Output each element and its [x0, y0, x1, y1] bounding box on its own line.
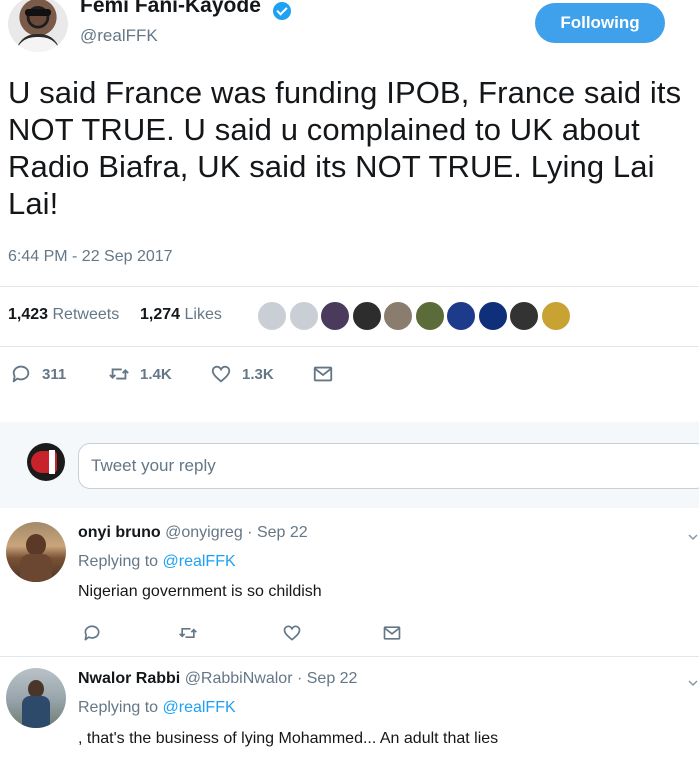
- likes-count: 1,274: [140, 306, 181, 323]
- tweet-reply-input[interactable]: [78, 443, 699, 489]
- mention-link[interactable]: @realFFK: [163, 699, 236, 716]
- mention-link[interactable]: @realFFK: [163, 553, 236, 570]
- current-user-avatar[interactable]: [27, 443, 65, 481]
- tweet-actions: 311 1.4K 1.3K: [0, 360, 699, 390]
- like-count: 1.3K: [242, 365, 274, 383]
- like-button[interactable]: 1.3K: [210, 360, 274, 388]
- reply-button[interactable]: 311: [10, 360, 66, 388]
- liker-avatar[interactable]: [319, 300, 351, 332]
- verified-badge-icon: [273, 2, 291, 20]
- replying-to: Replying to @realFFK: [78, 699, 236, 717]
- envelope-icon: [313, 366, 333, 382]
- reply-meta: @RabbiNwalor · Sep 22: [184, 670, 358, 687]
- reply-compose: [0, 422, 699, 508]
- replying-to: Replying to @realFFK: [78, 553, 236, 571]
- tweet-text: U said France was funding IPOB, France s…: [8, 75, 682, 221]
- reply-text: Nigerian government is so childish: [78, 583, 322, 600]
- envelope-icon[interactable]: [382, 623, 402, 643]
- liker-avatar[interactable]: [508, 300, 540, 332]
- tweet-header: Femi Fani-Kayode @realFFK Following: [0, 0, 699, 60]
- direct-message-button[interactable]: [312, 360, 334, 388]
- retweets-count: 1,423: [8, 306, 49, 323]
- reply-avatar[interactable]: [6, 522, 66, 582]
- replying-prefix: Replying to: [78, 553, 159, 570]
- chevron-down-icon[interactable]: [688, 532, 698, 542]
- following-button[interactable]: Following: [535, 3, 665, 43]
- stats-row: 1,423 Retweets 1,274 Likes: [0, 290, 699, 346]
- reply-icon: [12, 365, 30, 383]
- liker-avatar[interactable]: [287, 300, 320, 332]
- retweet-icon[interactable]: [178, 623, 198, 643]
- tweet-timestamp[interactable]: 6:44 PM - 22 Sep 2017: [8, 248, 173, 266]
- reply-author[interactable]: onyi bruno @onyigreg · Sep 22: [78, 524, 308, 542]
- heart-icon[interactable]: [282, 623, 302, 643]
- liker-avatar[interactable]: [256, 300, 288, 332]
- liker-avatar[interactable]: [539, 300, 572, 332]
- reply-text: , that's the business of lying Mohammed.…: [78, 730, 499, 747]
- reply-author-name: Nwalor Rabbi: [78, 670, 181, 687]
- replying-prefix: Replying to: [78, 699, 159, 716]
- reply-author-name: onyi bruno: [78, 524, 161, 541]
- author-name[interactable]: Femi Fani-Kayode: [80, 0, 261, 18]
- liker-avatar[interactable]: [382, 300, 414, 332]
- reply-tweet[interactable]: onyi bruno @onyigreg · Sep 22 Replying t…: [0, 512, 699, 656]
- reply-avatar[interactable]: [6, 668, 66, 728]
- liker-avatar[interactable]: [476, 300, 509, 332]
- retweets-stat[interactable]: 1,423 Retweets: [8, 306, 119, 324]
- reply-actions: [78, 623, 408, 647]
- reply-meta: @onyigreg · Sep 22: [165, 524, 308, 541]
- liker-avatar[interactable]: [413, 300, 446, 332]
- likes-stat[interactable]: 1,274 Likes: [140, 306, 222, 324]
- retweet-icon: [109, 368, 129, 380]
- liker-avatar[interactable]: [445, 300, 477, 332]
- author-handle[interactable]: @realFFK: [80, 26, 158, 46]
- divider: [0, 346, 699, 347]
- liker-avatar[interactable]: [350, 300, 383, 332]
- author-avatar[interactable]: [8, 0, 68, 52]
- reply-tweet[interactable]: Nwalor Rabbi @RabbiNwalor · Sep 22 Reply…: [0, 658, 699, 761]
- divider: [0, 286, 699, 287]
- reply-count: 311: [42, 365, 67, 383]
- chevron-down-icon[interactable]: [688, 678, 698, 688]
- reply-icon[interactable]: [82, 623, 102, 643]
- heart-icon: [211, 365, 231, 383]
- retweet-button[interactable]: 1.4K: [108, 360, 172, 388]
- reply-author[interactable]: Nwalor Rabbi @RabbiNwalor · Sep 22: [78, 670, 357, 688]
- retweet-count: 1.4K: [140, 365, 172, 383]
- retweets-label: Retweets: [52, 306, 120, 323]
- divider: [0, 656, 699, 657]
- likes-label: Likes: [184, 306, 222, 323]
